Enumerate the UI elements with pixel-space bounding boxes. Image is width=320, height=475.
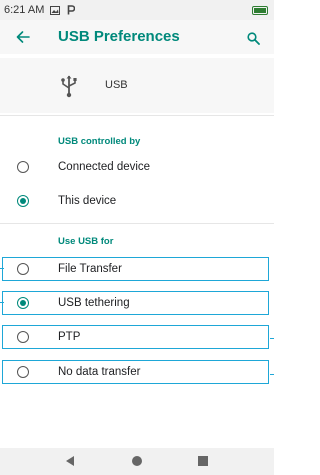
page-title: USB Preferences (58, 28, 180, 45)
option-label: USB tethering (58, 297, 130, 309)
option-label: Connected device (58, 161, 151, 173)
option-this-device[interactable]: This device (0, 184, 274, 218)
status-bar: 6:21 AM (0, 0, 274, 20)
usb-header: USB (0, 58, 274, 113)
radio-unchecked-icon[interactable] (17, 161, 29, 173)
option-connected-device[interactable]: Connected device (0, 150, 274, 184)
navigation-bar (0, 448, 274, 475)
back-arrow-icon[interactable] (12, 26, 34, 48)
usb-icon (58, 73, 80, 99)
option-file-transfer[interactable]: File Transfer (0, 252, 274, 286)
radio-unchecked-icon[interactable] (17, 331, 29, 343)
section-title-usb-controlled-by: USB controlled by (58, 136, 141, 147)
option-no-data-transfer[interactable]: No data transfer (0, 355, 274, 389)
option-usb-tethering[interactable]: USB tethering (0, 286, 274, 320)
option-label: This device (58, 195, 117, 207)
option-label: PTP (58, 331, 81, 343)
status-time: 6:21 AM (4, 4, 45, 16)
divider (0, 223, 274, 224)
radio-unchecked-icon[interactable] (17, 263, 29, 275)
nav-recents-icon[interactable] (198, 456, 208, 466)
option-ptp[interactable]: PTP (0, 320, 274, 354)
app-bar: USB Preferences (0, 20, 274, 54)
option-label: File Transfer (58, 263, 122, 275)
nav-home-icon[interactable] (132, 456, 142, 466)
image-notification-icon (50, 5, 61, 15)
search-icon[interactable] (242, 27, 264, 49)
section-title-use-usb-for: Use USB for (58, 236, 114, 247)
battery-icon (252, 6, 268, 15)
p-notification-icon (66, 5, 76, 15)
nav-back-icon[interactable] (66, 456, 74, 466)
radio-unchecked-icon[interactable] (17, 366, 29, 378)
divider (0, 115, 274, 116)
radio-checked-icon[interactable] (17, 195, 29, 207)
option-label: No data transfer (58, 366, 141, 378)
radio-checked-icon[interactable] (17, 297, 29, 309)
usb-label: USB (105, 79, 128, 91)
